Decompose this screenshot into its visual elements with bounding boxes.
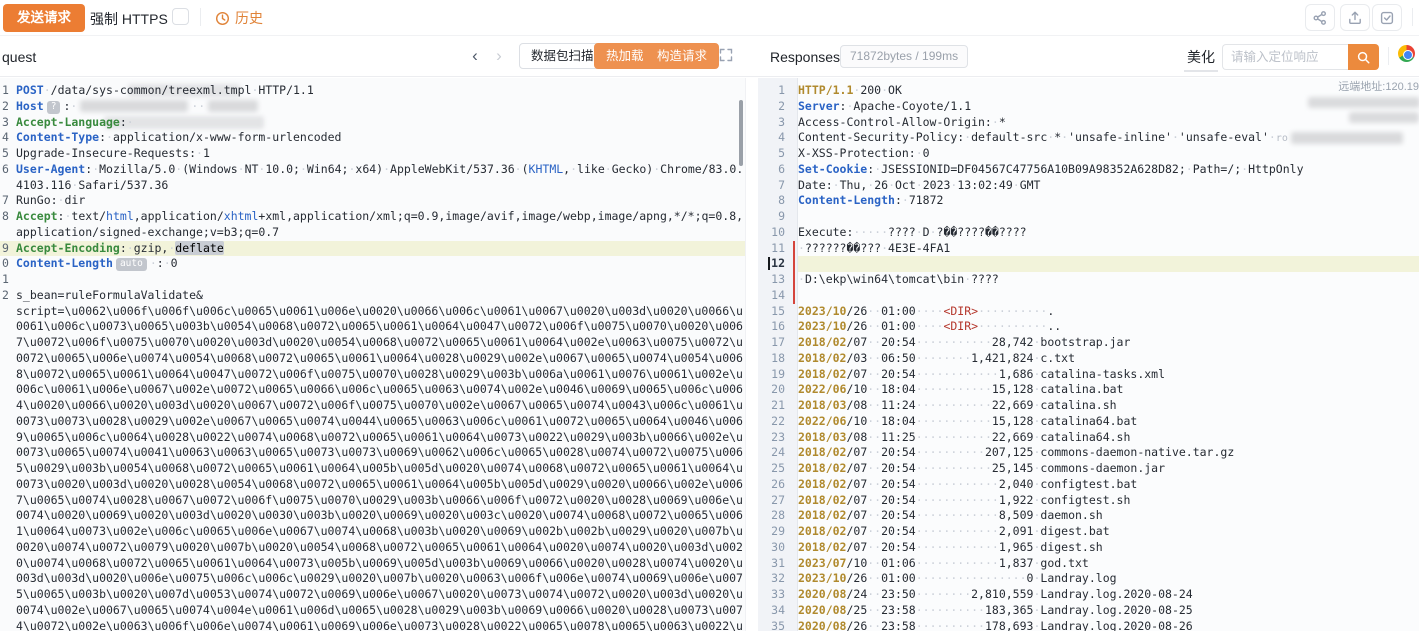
response-panel-title: Responses bbox=[770, 49, 840, 65]
code-line: 4103.116·Safari/537.36 bbox=[0, 178, 745, 194]
expand-button[interactable] bbox=[718, 47, 734, 68]
panel-header-row: quest ‹ › 数据包扫描 热加载 构造请求 Responses 71872… bbox=[0, 36, 1419, 77]
code-line: 242018/02/07··20:54··········207,125·com… bbox=[758, 445, 1419, 461]
code-line: 9Accept-Encoding:·gzip,·deflate bbox=[0, 241, 745, 257]
code-line: 9 bbox=[758, 209, 1419, 225]
share-nodes-icon bbox=[1312, 10, 1328, 26]
code-line: 11·??????��???·4E3E-4FA1 bbox=[758, 241, 1419, 257]
redacted-patch bbox=[80, 100, 188, 112]
upload-icon bbox=[1347, 10, 1363, 26]
inline-badge: auto bbox=[116, 258, 147, 271]
expand-icon bbox=[718, 47, 734, 63]
code-line: 3Access-Control-Allow-Origin:·* bbox=[758, 115, 1419, 131]
code-line: 8Content-Length:·71872 bbox=[758, 193, 1419, 209]
code-line: 192018/02/07··20:54············1,686·cat… bbox=[758, 367, 1419, 383]
packet-scan-button[interactable]: 数据包扫描 bbox=[519, 43, 606, 69]
chevron-right-icon[interactable]: › bbox=[492, 44, 506, 68]
code-line: 10Execute:·····????·D·?��????��???? bbox=[758, 225, 1419, 241]
construct-request-button[interactable]: 构造请求 bbox=[645, 43, 719, 69]
code-line: 0Content-Lengthauto·:·0 bbox=[0, 256, 745, 272]
code-line: 2Server:·Apache-Coyote/1.1 bbox=[758, 99, 1419, 115]
code-line: 6Set-Cookie:·JSESSIONID=DF04567C47756A10… bbox=[758, 162, 1419, 178]
code-line: 332020/08/24··23:50········2,810,559·Lan… bbox=[758, 587, 1419, 603]
code-line: 322023/10/26··01:00················0·Lan… bbox=[758, 571, 1419, 587]
toolbar-divider bbox=[200, 8, 201, 26]
redacted-patch bbox=[208, 100, 258, 112]
code-line: 1HTTP/1.1·200·OK bbox=[758, 83, 1419, 99]
code-line: 282018/02/07··20:54············8,509·dae… bbox=[758, 508, 1419, 524]
change-marker bbox=[793, 241, 795, 257]
code-line: 262018/02/07··20:54············2,040·con… bbox=[758, 477, 1419, 493]
force-https-checkbox[interactable] bbox=[172, 8, 189, 25]
code-line: 312023/07/10··01:06············1,837·god… bbox=[758, 556, 1419, 572]
toolbar-divider-right bbox=[1412, 8, 1413, 26]
code-line: 252018/02/07··20:54···········25,145·com… bbox=[758, 461, 1419, 477]
history-label: 历史 bbox=[235, 8, 263, 28]
request-panel-title: quest bbox=[2, 49, 36, 65]
code-line: 212018/03/08··11:24···········22,669·cat… bbox=[758, 398, 1419, 414]
history-button[interactable]: 历史 bbox=[215, 8, 263, 28]
code-line: 152023/10/26··01:00····<DIR>··········. bbox=[758, 304, 1419, 320]
code-line: 4Content-Type:·application/x-www-form-ur… bbox=[0, 130, 745, 146]
send-request-button[interactable]: 发送请求 bbox=[3, 4, 85, 32]
request-scrollbar-thumb[interactable] bbox=[739, 100, 743, 166]
code-line: 302018/02/07··20:54············1,965·dig… bbox=[758, 540, 1419, 556]
code-line: 342020/08/25··23:58··········183,365·Lan… bbox=[758, 603, 1419, 619]
code-line: 13·D:\ekp\win64\tomcat\bin·???? bbox=[758, 272, 1419, 288]
share-button[interactable] bbox=[1305, 4, 1335, 31]
main-toolbar: 发送请求 强制 HTTPS 历史 bbox=[0, 0, 1419, 36]
code-line: 3Accept-Language:· bbox=[0, 115, 745, 131]
code-line: 292018/02/07··20:54············2,091·dig… bbox=[758, 524, 1419, 540]
code-line: 202022/06/10··18:04···········15,128·cat… bbox=[758, 382, 1419, 398]
header-divider bbox=[1388, 47, 1389, 65]
clock-icon bbox=[215, 11, 230, 26]
change-marker bbox=[793, 272, 795, 288]
code-line: 272018/02/07··20:54············1,922·con… bbox=[758, 493, 1419, 509]
chevron-left-icon[interactable]: ‹ bbox=[468, 44, 482, 68]
response-search-button[interactable] bbox=[1348, 44, 1379, 70]
code-line: application/signed-exchange;v=b3;q=0.7 bbox=[0, 225, 745, 241]
mark-button[interactable] bbox=[1372, 4, 1402, 31]
change-marker bbox=[793, 256, 795, 272]
code-line: 182018/02/03··06:50········1,421,824·c.t… bbox=[758, 351, 1419, 367]
force-https-label: 强制 HTTPS bbox=[90, 9, 168, 29]
code-line: 4Content-Security-Policy:·default-src·*·… bbox=[758, 130, 1419, 146]
export-button[interactable] bbox=[1340, 4, 1370, 31]
code-line: 352020/08/26··23:58··········178,693·Lan… bbox=[758, 619, 1419, 631]
beautify-button[interactable]: 美化 bbox=[1184, 47, 1218, 72]
code-line: 222022/06/10··18:04···········15,128·cat… bbox=[758, 414, 1419, 430]
code-line: 5X-XSS-Protection:·0 bbox=[758, 146, 1419, 162]
code-line: 1 bbox=[0, 272, 745, 288]
code-line: 162023/10/26··01:00····<DIR>··········.. bbox=[758, 319, 1419, 335]
square-check-icon bbox=[1379, 10, 1395, 26]
code-line: 2Host?:··· bbox=[0, 99, 745, 115]
magnifier-icon bbox=[1356, 50, 1371, 65]
code-line: 7Date:·Thu,·26·Oct·2023·13:02:49·GMT bbox=[758, 178, 1419, 194]
code-line: 12 bbox=[758, 256, 1419, 272]
code-line: 232018/03/08··11:25···········22,669·cat… bbox=[758, 430, 1419, 446]
code-line: 5Upgrade-Insecure-Requests:·1 bbox=[0, 146, 745, 162]
code-line: 8Accept:·text/html,application/xhtml+xml… bbox=[0, 209, 745, 225]
code-line: 172018/02/07··20:54···········28,742·boo… bbox=[758, 335, 1419, 351]
chrome-browser-icon[interactable] bbox=[1398, 45, 1415, 62]
response-editor[interactable]: 远端地址:120.19 总耗时 1HTTP/1.1·200·OK2Server:… bbox=[758, 78, 1419, 631]
code-line: 7RunGo:·dir bbox=[0, 193, 745, 209]
code-line: 14 bbox=[758, 288, 1419, 304]
code-line: 1POST·/data/sys-common/treexml.tmpl·HTTP… bbox=[0, 83, 745, 99]
request-editor[interactable]: 1POST·/data/sys-common/treexml.tmpl·HTTP… bbox=[0, 78, 746, 631]
change-marker bbox=[793, 288, 795, 304]
inline-badge: ? bbox=[47, 101, 61, 114]
response-stats-badge: 71872bytes / 199ms bbox=[840, 45, 968, 68]
code-line: 6User-Agent:·Mozilla/5.0·(Windows·NT·10.… bbox=[0, 162, 745, 178]
redacted-patch bbox=[1291, 132, 1403, 144]
code-line: 2s_bean=ruleFormulaValidate& bbox=[0, 288, 745, 304]
app-window: 发送请求 强制 HTTPS 历史 bbox=[0, 0, 1419, 631]
request-body-payload: script=\u0062\u006f\u006f\u006c\u0065\u0… bbox=[16, 304, 743, 631]
response-search-input[interactable] bbox=[1222, 44, 1348, 70]
